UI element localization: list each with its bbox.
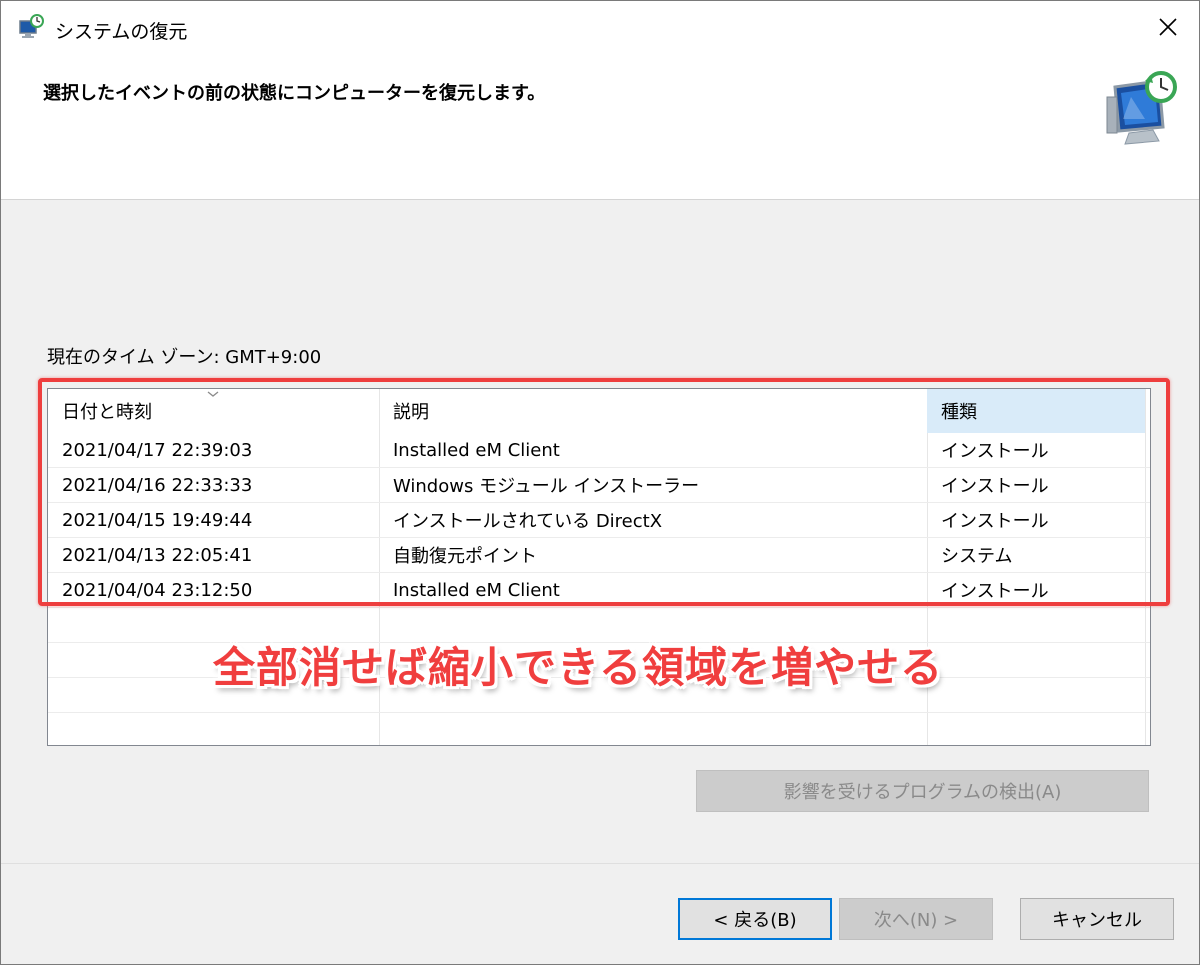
footer-separator (1, 863, 1199, 864)
monitor-restore-icon (1106, 71, 1177, 145)
back-button[interactable]: < 戻る(B) (678, 898, 832, 940)
instruction-text: 選択したイベントの前の状態にコンピューターを復元します。 (43, 83, 546, 104)
close-button[interactable] (1137, 1, 1199, 53)
system-restore-window: システムの復元 選択したイベントの前の状態にコンピューターを復元します。 現在の… (0, 0, 1200, 965)
title-bar: システムの復元 (1, 1, 1199, 57)
cancel-button[interactable]: キャンセル (1020, 898, 1174, 940)
detect-affected-programs-button[interactable]: 影響を受けるプログラムの検出(A) (696, 770, 1149, 812)
timezone-label: 現在のタイム ゾーン: GMT+9:00 (47, 347, 322, 368)
header-panel: 選択したイベントの前の状態にコンピューターを復元します。 (1, 57, 1199, 200)
annotation-text: 全部消せば縮小できる領域を増やせる (213, 643, 944, 692)
next-button[interactable]: 次へ(N) > (839, 898, 993, 940)
close-icon (1159, 18, 1177, 36)
system-restore-icon (19, 14, 44, 38)
window-title: システムの復元 (55, 21, 188, 43)
highlight-box (38, 378, 1170, 606)
